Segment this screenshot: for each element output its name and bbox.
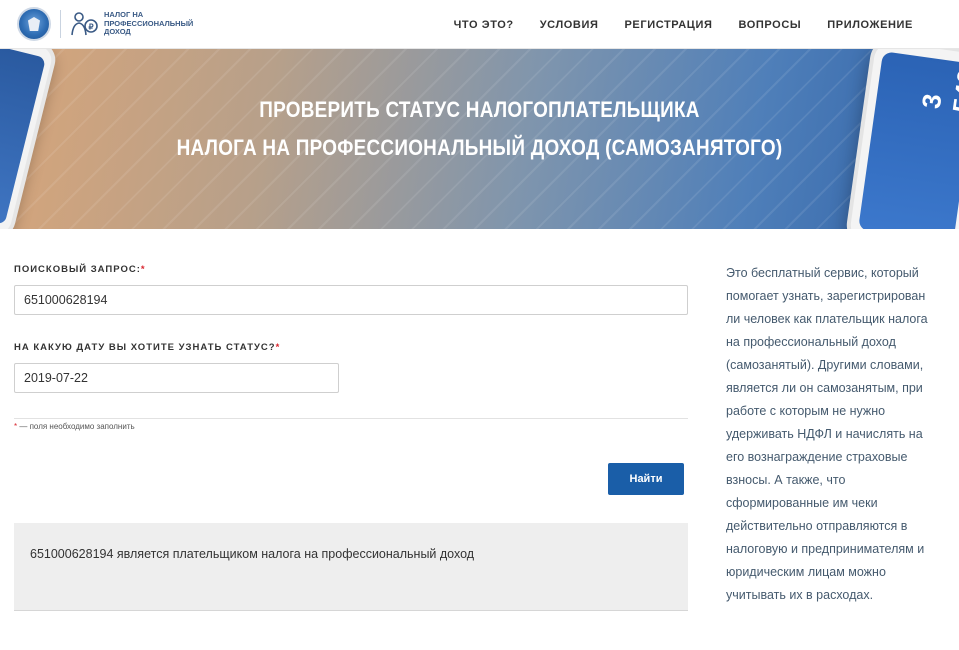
result-box: 651000628194 является плательщиком налог…: [14, 523, 688, 611]
search-query-input[interactable]: 651000628194: [14, 285, 688, 315]
required-mark: *: [140, 264, 146, 275]
required-mark: *: [275, 342, 281, 353]
page-title: ПРОВЕРИТЬ СТАТУС НАЛОГОПЛАТЕЛЬЩИКА НАЛОГ…: [67, 91, 892, 167]
nav-item-questions[interactable]: ВОПРОСЫ: [738, 19, 801, 31]
nav-item-conditions[interactable]: УСЛОВИЯ: [540, 19, 599, 31]
phone-amount: 3 540: [915, 67, 959, 115]
logo-divider: [60, 10, 61, 38]
npd-logo-icon[interactable]: ₽: [68, 9, 100, 39]
date-label: НА КАКУЮ ДАТУ ВЫ ХОТИТЕ УЗНАТЬ СТАТУС?*: [14, 342, 281, 353]
site-header: ₽ НАЛОГ НА ПРОФЕССИОНАЛЬНЫЙ ДОХОД ЧТО ЭТ…: [0, 0, 959, 49]
svg-text:₽: ₽: [89, 23, 94, 32]
query-label: ПОИСКОВЫЙ ЗАПРОС:*: [14, 264, 146, 275]
nav-item-app[interactable]: ПРИЛОЖЕНИЕ: [827, 19, 913, 31]
form-divider: [14, 418, 688, 419]
nav-item-what-is-it[interactable]: ЧТО ЭТО?: [454, 19, 514, 31]
service-description: Это бесплатный сервис, который помогает …: [726, 266, 928, 602]
page-title-line-1: ПРОВЕРИТЬ СТАТУС НАЛОГОПЛАТЕЛЬЩИКА: [259, 97, 700, 122]
result-text: 651000628194 является плательщиком налог…: [30, 547, 475, 561]
date-input[interactable]: 2019-07-22: [14, 363, 339, 393]
required-note: * — поля необходимо заполнить: [14, 422, 135, 431]
main-nav: ЧТО ЭТО? УСЛОВИЯ РЕГИСТРАЦИЯ ВОПРОСЫ ПРИ…: [454, 0, 913, 49]
search-button[interactable]: Найти: [608, 463, 684, 495]
logo-text: НАЛОГ НА ПРОФЕССИОНАЛЬНЫЙ ДОХОД: [104, 10, 194, 36]
nav-item-registration[interactable]: РЕГИСТРАЦИЯ: [624, 19, 712, 31]
page-title-line-2: НАЛОГА НА ПРОФЕССИОНАЛЬНЫЙ ДОХОД (САМОЗА…: [176, 135, 783, 160]
fns-emblem-icon[interactable]: [17, 7, 51, 41]
hero-banner: 3 540 ПРОВЕРИТЬ СТАТУС НАЛОГОПЛАТЕЛЬЩИКА…: [0, 49, 959, 229]
